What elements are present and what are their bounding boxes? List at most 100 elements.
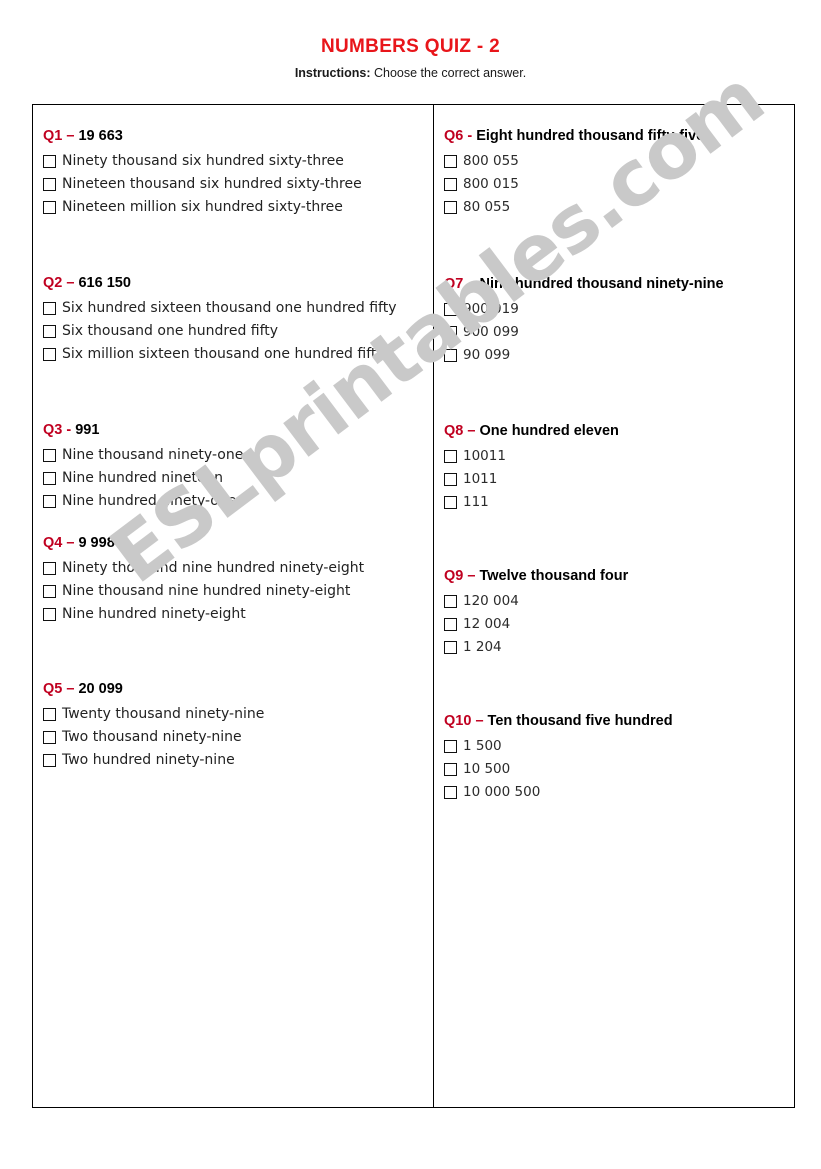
answer-option-label: 800 055 [463,153,519,169]
checkbox-icon[interactable] [444,496,457,509]
checkbox-icon[interactable] [444,641,457,654]
answer-option[interactable]: 900 099 [444,324,794,341]
answer-option[interactable]: Six million sixteen thousand one hundred… [43,346,433,363]
checkbox-icon[interactable] [43,608,56,621]
checkbox-icon[interactable] [444,303,457,316]
question-number: Q10 [444,713,472,729]
answer-option[interactable]: 800 015 [444,176,794,193]
question-number: Q7 [444,276,464,292]
answer-option[interactable]: 120 004 [444,593,794,610]
question-heading: Q1 – 19 663 [43,127,433,145]
answer-option-label: 111 [463,494,489,510]
question-text: 991 [75,422,100,438]
answer-option[interactable]: Six hundred sixteen thousand one hundred… [43,300,433,317]
answer-option-label: 900 019 [463,301,519,317]
question-separator: – [62,535,79,551]
checkbox-icon[interactable] [444,473,457,486]
question-text: 20 099 [78,681,123,697]
answer-option[interactable]: 80 055 [444,199,794,216]
answer-option[interactable]: Two thousand ninety-nine [43,729,433,746]
checkbox-icon[interactable] [43,325,56,338]
question-text: Twelve thousand four [479,568,629,584]
answer-option[interactable]: Ninety thousand six hundred sixty-three [43,153,433,170]
checkbox-icon[interactable] [43,178,56,191]
checkbox-icon[interactable] [444,326,457,339]
answer-option[interactable]: Ninety thousand nine hundred ninety-eigh… [43,560,433,577]
answer-option[interactable]: 90 099 [444,347,794,364]
answer-option[interactable]: Nine hundred ninety-one [43,493,433,510]
checkbox-icon[interactable] [444,178,457,191]
question-text: Ten thousand five hundred [487,713,673,729]
answer-option[interactable]: Two hundred ninety-nine [43,752,433,769]
checkbox-icon[interactable] [43,708,56,721]
checkbox-icon[interactable] [444,595,457,608]
question-heading: Q8 – One hundred eleven [444,422,794,440]
answer-option-label: Nineteen thousand six hundred sixty-thre… [62,176,362,192]
question-separator: – [463,423,480,439]
checkbox-icon[interactable] [43,201,56,214]
answer-option[interactable]: 10 500 [444,761,794,778]
question-heading: Q10 – Ten thousand five hundred [444,712,794,730]
answer-option[interactable]: 10011 [444,448,794,465]
question-number: Q1 [43,128,63,144]
checkbox-icon[interactable] [43,585,56,598]
checkbox-icon[interactable] [444,349,457,362]
question-separator: – [471,713,488,729]
answer-option-label: 10 000 500 [463,784,541,800]
answer-option[interactable]: Nine thousand ninety-one [43,447,433,464]
checkbox-icon[interactable] [43,348,56,361]
answer-option[interactable]: 10 000 500 [444,784,794,801]
checkbox-icon[interactable] [444,786,457,799]
question-block-q9: Q9 – Twelve thousand four 120 004 12 004 1 … [444,567,794,656]
answer-option[interactable]: Twenty thousand ninety-nine [43,706,433,723]
checkbox-icon[interactable] [43,155,56,168]
answer-option-label: Nine hundred nineteen [62,470,224,486]
question-text: Nine hundred thousand ninety-nine [479,276,724,292]
question-heading: Q7 – Nine hundred thousand ninety-nine [444,275,794,293]
checkbox-icon[interactable] [444,155,457,168]
question-heading: Q2 – 616 150 [43,274,433,292]
checkbox-icon[interactable] [43,731,56,744]
checkbox-icon[interactable] [43,302,56,315]
instructions-text: Choose the correct answer. [370,66,527,80]
answer-option[interactable]: 800 055 [444,153,794,170]
answer-option[interactable]: Nineteen thousand six hundred sixty-thre… [43,176,433,193]
answer-option[interactable]: 12 004 [444,616,794,633]
checkbox-icon[interactable] [43,472,56,485]
question-heading: Q5 – 20 099 [43,680,433,698]
checkbox-icon[interactable] [43,562,56,575]
question-number: Q5 [43,681,63,697]
answer-option[interactable]: 1 204 [444,639,794,656]
question-text: 616 150 [78,275,131,291]
checkbox-icon[interactable] [444,201,457,214]
answer-option[interactable]: 111 [444,494,794,511]
answer-option[interactable]: Nineteen million six hundred sixty-three [43,199,433,216]
question-separator: - [463,128,477,144]
checkbox-icon[interactable] [444,618,457,631]
answer-option-label: Six thousand one hundred fifty [62,323,279,339]
answer-option-label: 1011 [463,471,498,487]
answer-option[interactable]: Nine hundred ninety-eight [43,606,433,623]
question-heading: Q9 – Twelve thousand four [444,567,794,585]
answer-option[interactable]: Six thousand one hundred fifty [43,323,433,340]
checkbox-icon[interactable] [444,450,457,463]
answer-option[interactable]: 1011 [444,471,794,488]
answer-option-label: 900 099 [463,324,519,340]
checkbox-icon[interactable] [43,449,56,462]
question-block-q5: Q5 – 20 099 Twenty thousand ninety-nine Tw… [43,680,433,769]
answer-option-label: 800 015 [463,176,519,192]
answer-option[interactable]: 1 500 [444,738,794,755]
answer-option[interactable]: 900 019 [444,301,794,318]
answer-option-label: Nine thousand ninety-one [62,447,244,463]
worksheet-header: NUMBERS QUIZ - 2 Instructions: Choose th… [0,36,821,81]
quiz-column-right: Q6 - Eight hundred thousand fifty-five 80… [434,105,794,1107]
checkbox-icon[interactable] [43,495,56,508]
checkbox-icon[interactable] [43,754,56,767]
answer-option-label: Six hundred sixteen thousand one hundred… [62,300,397,316]
answer-option-label: Two hundred ninety-nine [62,752,235,768]
instructions-label: Instructions: [294,66,371,80]
answer-option[interactable]: Nine thousand nine hundred ninety-eight [43,583,433,600]
checkbox-icon[interactable] [444,763,457,776]
checkbox-icon[interactable] [444,740,457,753]
answer-option[interactable]: Nine hundred nineteen [43,470,433,487]
